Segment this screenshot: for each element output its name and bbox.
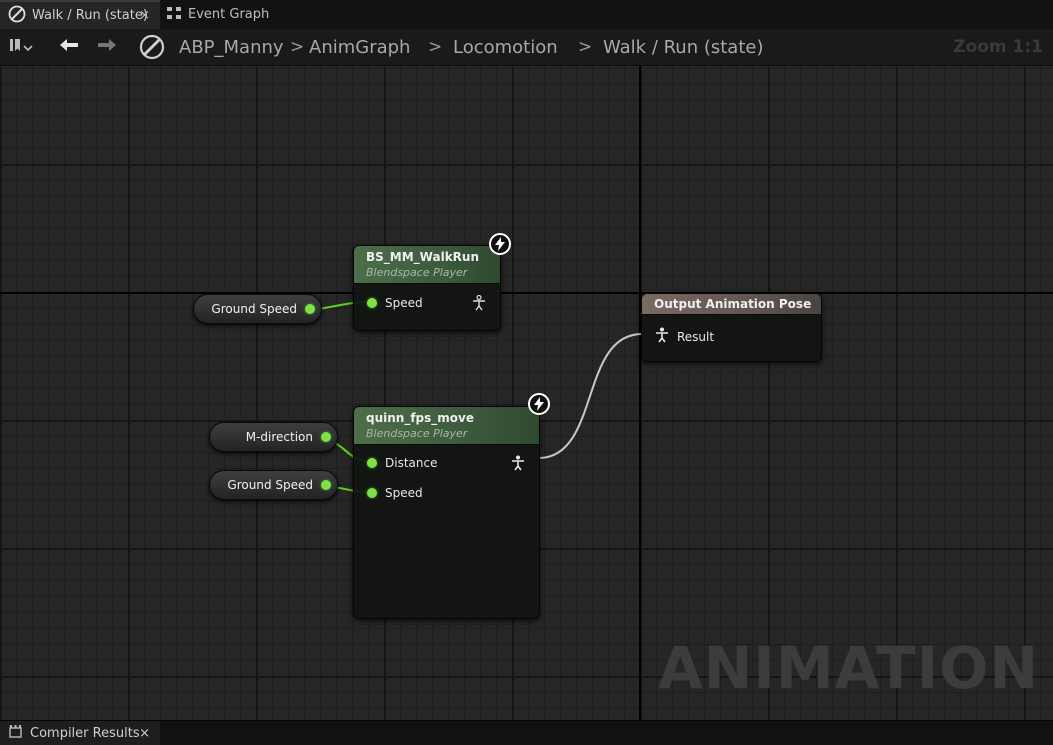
back-button[interactable] [58, 29, 80, 65]
tab-walk-run-state[interactable]: Walk / Run (state) × [0, 0, 160, 29]
connection-wires [299, 301, 643, 493]
fast-path-lightning-icon [489, 233, 511, 255]
node-header: BS_MM_WalkRun Blendspace Player [354, 246, 500, 284]
node-header: quinn_fps_move Blendspace Player [354, 407, 539, 445]
input-pin-result[interactable]: Result [655, 327, 714, 346]
pin-label: Speed [385, 296, 423, 310]
node-subtitle: Blendspace Player [366, 266, 468, 279]
float-pin-icon[interactable] [367, 488, 377, 498]
arrow-left-icon [58, 37, 80, 57]
tab-compiler-results[interactable]: Compiler Results × [0, 721, 160, 745]
graph-toolbar: ABP_Manny > AnimGraph > Locomotion > Wal… [0, 29, 1053, 66]
blendspace-node-quinn-fps-move[interactable]: quinn_fps_move Blendspace Player Distanc… [353, 406, 540, 619]
breadcrumb-separator: > [428, 37, 443, 57]
float-pin-icon[interactable] [305, 304, 315, 314]
float-pin-icon[interactable] [321, 480, 331, 490]
breadcrumb-separator: > [290, 37, 305, 57]
tab-label: Compiler Results [30, 725, 140, 741]
close-icon[interactable]: × [139, 8, 150, 23]
pose-output-pin-icon[interactable] [472, 294, 486, 315]
pin-label: Result [677, 329, 715, 344]
breadcrumb-locomotion[interactable]: Locomotion [453, 29, 558, 65]
node-title: Output Animation Pose [654, 297, 812, 311]
bookmark-icon [8, 37, 22, 57]
document-tab-bar: Walk / Run (state) × Event Graph [0, 0, 1053, 29]
pose-output-pin-icon[interactable] [511, 455, 525, 475]
pin-label: Speed [385, 486, 423, 500]
breadcrumb-animgraph[interactable]: AnimGraph [309, 29, 410, 65]
float-pin-icon[interactable] [367, 298, 377, 308]
float-pin-icon[interactable] [367, 458, 377, 468]
blendspace-node-walkrun[interactable]: BS_MM_WalkRun Blendspace Player Speed [353, 245, 501, 331]
graph-canvas[interactable]: BS_MM_WalkRun Blendspace Player Speed Gr… [0, 66, 1053, 720]
chevron-down-icon [22, 38, 34, 57]
variable-label: Ground Speed [211, 302, 297, 316]
zoom-level: Zoom 1:1 [953, 37, 1043, 57]
input-pin-speed[interactable]: Speed [367, 296, 423, 310]
tab-event-graph[interactable]: Event Graph [166, 0, 296, 29]
input-pin-distance[interactable]: Distance [367, 456, 437, 470]
node-subtitle: Blendspace Player [366, 427, 468, 440]
state-graph-icon [139, 29, 165, 65]
node-title: quinn_fps_move [366, 411, 474, 425]
node-title: BS_MM_WalkRun [366, 250, 479, 264]
bookmark-dropdown-button[interactable] [8, 29, 34, 65]
node-header: Output Animation Pose [642, 294, 821, 315]
compiler-results-icon [9, 724, 22, 742]
event-graph-icon [166, 6, 182, 24]
variable-m-direction[interactable]: M-direction [209, 422, 338, 452]
fast-path-lightning-icon [528, 393, 550, 415]
forward-button[interactable] [96, 29, 118, 65]
pin-label: Distance [385, 456, 438, 470]
variable-label: Ground Speed [227, 478, 313, 492]
tab-label: Event Graph [188, 7, 270, 22]
graph-type-watermark: ANIMATION [657, 634, 1039, 702]
variable-ground-speed[interactable]: Ground Speed [193, 294, 322, 324]
pose-input-pin-icon[interactable] [655, 327, 669, 346]
close-icon[interactable]: × [139, 726, 150, 741]
breadcrumb-abp-manny[interactable]: ABP_Manny [179, 29, 284, 65]
bottom-panel-bar: Compiler Results × [0, 720, 1053, 745]
wire-pose-to-result [539, 333, 643, 459]
variable-label: M-direction [245, 430, 313, 444]
tab-label: Walk / Run (state) [32, 8, 148, 23]
breadcrumb-walk-run-state[interactable]: Walk / Run (state) [603, 29, 764, 65]
input-pin-speed[interactable]: Speed [367, 486, 423, 500]
float-pin-icon[interactable] [321, 432, 331, 442]
arrow-right-icon [96, 37, 118, 57]
output-animation-pose-node[interactable]: Output Animation Pose Result [641, 293, 822, 362]
breadcrumb-separator: > [578, 37, 593, 57]
state-graph-icon [8, 5, 26, 27]
variable-ground-speed[interactable]: Ground Speed [209, 470, 338, 500]
